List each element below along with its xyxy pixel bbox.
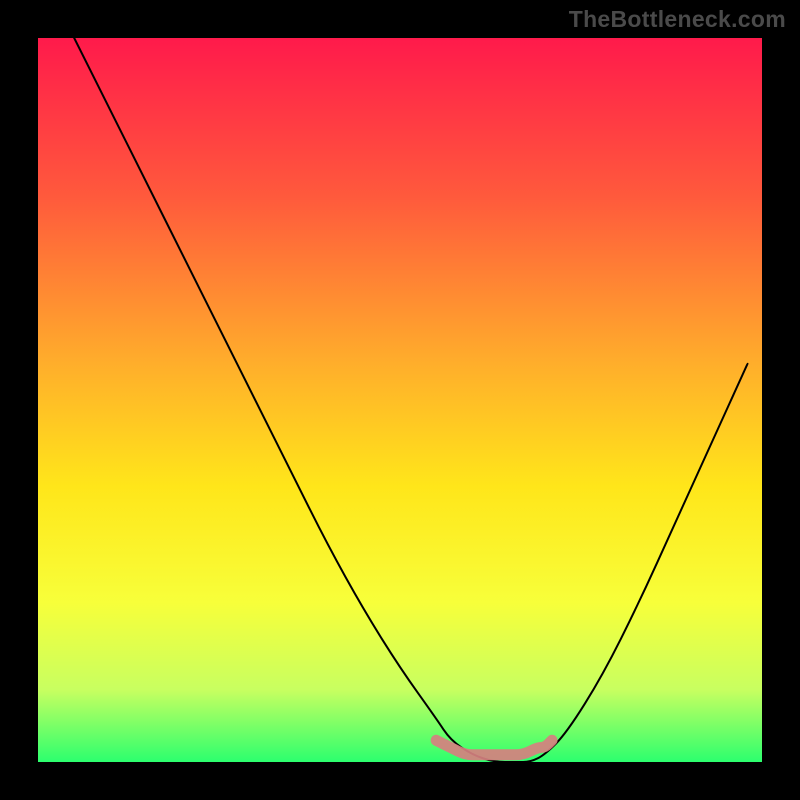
watermark-text: TheBottleneck.com [569, 6, 786, 33]
plot-background [38, 38, 762, 762]
bottleneck-chart [0, 0, 800, 800]
chart-frame: TheBottleneck.com [0, 0, 800, 800]
